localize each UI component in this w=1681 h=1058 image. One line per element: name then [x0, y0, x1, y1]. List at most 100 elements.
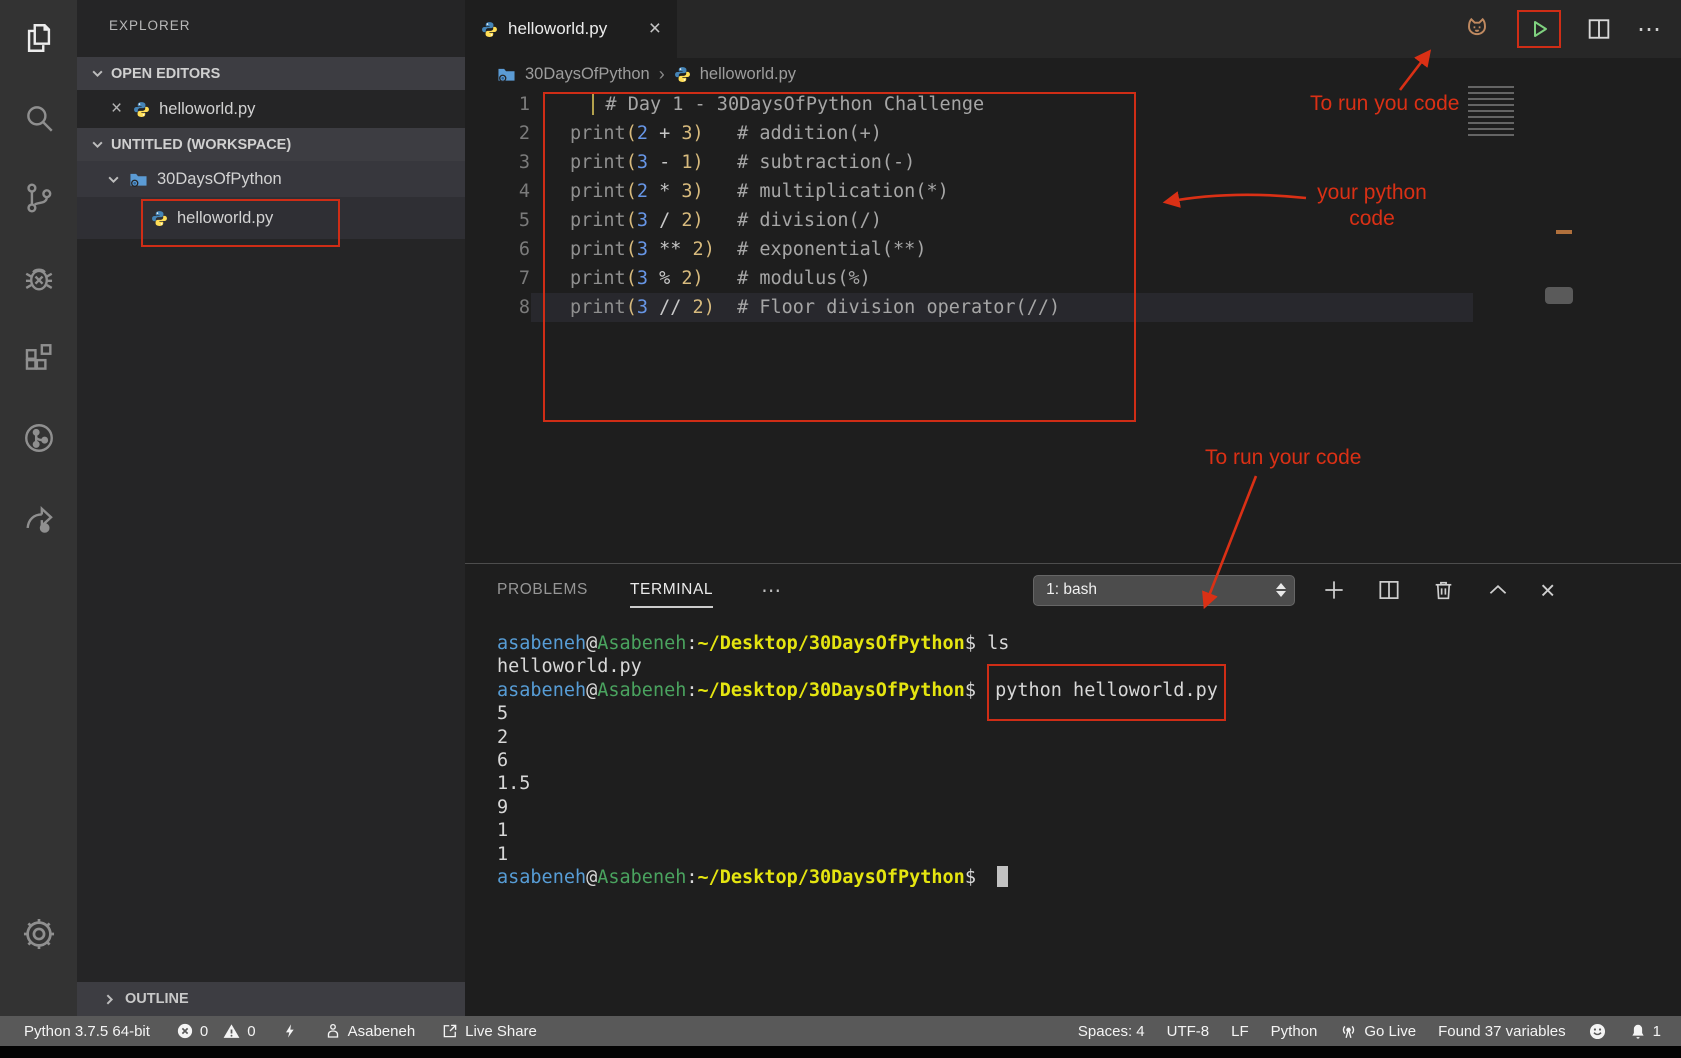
eol-label: LF	[1231, 1023, 1249, 1040]
tab-terminal[interactable]: TERMINAL	[630, 581, 713, 608]
tab-close-icon[interactable]: ×	[649, 17, 661, 41]
line-number: 6	[465, 239, 530, 260]
open-editor-item[interactable]: × helloworld.py	[77, 90, 465, 128]
breadcrumb-folder[interactable]: 30DaysOfPython	[525, 65, 650, 84]
folder-icon	[129, 171, 148, 188]
account-item[interactable]: Asabeneh	[324, 1022, 416, 1040]
new-terminal-icon[interactable]	[1321, 577, 1347, 603]
code-text: print(2 * 3) # multiplication(*)	[530, 181, 949, 202]
prompt-host: Asabeneh	[597, 680, 686, 701]
notifications-bell-item[interactable]: 1	[1629, 1022, 1661, 1041]
tab-helloworld[interactable]: helloworld.py ×	[465, 0, 677, 58]
terminal-output-text: 1	[497, 820, 508, 841]
error-count: 0	[200, 1023, 208, 1040]
encoding-label: UTF-8	[1167, 1023, 1210, 1040]
section-open-editors[interactable]: OPEN EDITORS	[77, 57, 465, 90]
line-number: 3	[465, 152, 530, 173]
tab-title: helloworld.py	[508, 19, 607, 39]
prompt-path: ~/Desktop/30DaysOfPython	[698, 680, 965, 701]
split-editor-icon[interactable]	[1585, 15, 1613, 43]
code-line-5[interactable]: 5print(3 / 2) # division(/)	[465, 206, 1681, 235]
code-line-4[interactable]: 4print(2 * 3) # multiplication(*)	[465, 177, 1681, 206]
minimap[interactable]	[1468, 86, 1514, 136]
editor-toolbar: ⋯	[1461, 0, 1663, 58]
prompt-user: asabeneh	[497, 680, 586, 701]
outline-label: OUTLINE	[125, 991, 189, 1007]
feedback-smiley-icon[interactable]	[1588, 1022, 1607, 1041]
language-mode-item[interactable]: Python	[1271, 1023, 1318, 1040]
maximize-panel-icon[interactable]	[1485, 577, 1511, 603]
go-live-label: Go Live	[1364, 1023, 1416, 1040]
section-outline[interactable]: OUTLINE	[77, 982, 465, 1016]
prompt-host: Asabeneh	[597, 867, 686, 888]
warning-count: 0	[247, 1023, 255, 1040]
code-line-3[interactable]: 3print(3 - 1) # subtraction(-)	[465, 148, 1681, 177]
workspace-label: UNTITLED (WORKSPACE)	[111, 137, 291, 153]
terminal-output-text: helloworld.py	[497, 656, 642, 677]
prompt-path: ~/Desktop/30DaysOfPython	[698, 633, 965, 654]
terminal-line: asabeneh@Asabeneh:~/Desktop/30DaysOfPyth…	[497, 866, 1681, 889]
warning-icon	[222, 1022, 241, 1041]
more-actions-icon[interactable]: ⋯	[1637, 15, 1663, 44]
terminal-cursor	[997, 866, 1008, 887]
shell-selector-dropdown[interactable]: 1: bash	[1033, 575, 1295, 606]
lightning-icon[interactable]	[282, 1021, 298, 1041]
terminal-output-text: 6	[497, 750, 508, 771]
eol-item[interactable]: LF	[1231, 1023, 1249, 1040]
problems-counts-item[interactable]: 0 0	[176, 1022, 256, 1041]
breadcrumb-separator-icon: ›	[659, 64, 665, 85]
live-share-item[interactable]: Live Share	[441, 1022, 537, 1040]
python-file-icon	[481, 21, 498, 38]
terminal-line: 6	[497, 749, 1681, 772]
git-graph-icon[interactable]	[15, 414, 63, 462]
encoding-item[interactable]: UTF-8	[1167, 1023, 1210, 1040]
breadcrumb-file[interactable]: helloworld.py	[700, 65, 796, 84]
python-interpreter-item[interactable]: Python 3.7.5 64-bit	[24, 1023, 150, 1040]
account-user-label: Asabeneh	[348, 1023, 416, 1040]
prompt-path: ~/Desktop/30DaysOfPython	[698, 867, 965, 888]
code-line-6[interactable]: 6print(3 ** 2) # exponential(**)	[465, 235, 1681, 264]
shell-selector-value: 1: bash	[1046, 581, 1097, 599]
close-icon[interactable]: ×	[111, 98, 122, 120]
debug-icon[interactable]	[15, 254, 63, 302]
share-icon[interactable]	[15, 494, 63, 542]
scrollbar-slider[interactable]	[1545, 287, 1573, 304]
sidebar-explorer: EXPLORER OPEN EDITORS × helloworld.py UN…	[77, 0, 465, 1016]
explorer-icon[interactable]	[15, 14, 63, 62]
split-terminal-icon[interactable]	[1376, 577, 1402, 603]
settings-gear-icon[interactable]	[0, 910, 77, 958]
terminal-output-text: 2	[497, 727, 508, 748]
terminal-output-text: 1	[497, 844, 508, 865]
close-panel-icon[interactable]: ×	[1540, 575, 1555, 606]
variables-item[interactable]: Found 37 variables	[1438, 1023, 1566, 1040]
extensions-icon[interactable]	[15, 334, 63, 382]
code-text: print(3 // 2) # Floor division operator(…	[530, 297, 1060, 318]
go-live-item[interactable]: Go Live	[1339, 1022, 1416, 1041]
line-number: 1	[465, 94, 530, 115]
line-number: 5	[465, 210, 530, 231]
open-editors-label: OPEN EDITORS	[111, 66, 220, 82]
cat-icon[interactable]	[1461, 13, 1493, 45]
prompt-user: asabeneh	[497, 633, 586, 654]
tab-problems[interactable]: PROBLEMS	[497, 581, 588, 599]
tree-file-helloworld[interactable]: helloworld.py	[77, 197, 465, 239]
code-text: # Day 1 - 30DaysOfPython Challenge	[530, 94, 984, 115]
terminal-command: ls	[987, 633, 1009, 654]
panel-more-icon[interactable]: ⋯	[761, 578, 783, 603]
tree-folder-30daysofpython[interactable]: 30DaysOfPython	[77, 161, 465, 197]
terminal-output[interactable]: asabeneh@Asabeneh:~/Desktop/30DaysOfPyth…	[465, 616, 1681, 889]
chevron-right-icon	[103, 993, 116, 1006]
python-file-icon	[133, 101, 150, 118]
source-control-icon[interactable]	[15, 174, 63, 222]
tab-bar: helloworld.py × ⋯	[465, 0, 1681, 58]
kill-terminal-icon[interactable]	[1431, 578, 1456, 603]
search-icon[interactable]	[15, 94, 63, 142]
run-button[interactable]	[1517, 10, 1561, 48]
code-line-7[interactable]: 7print(3 % 2) # modulus(%)	[465, 264, 1681, 293]
section-workspace[interactable]: UNTITLED (WORKSPACE)	[77, 128, 465, 161]
indentation-item[interactable]: Spaces: 4	[1078, 1023, 1145, 1040]
code-line-8[interactable]: 8print(3 // 2) # Floor division operator…	[465, 293, 1681, 322]
open-editor-file-label: helloworld.py	[159, 100, 255, 119]
terminal-line: 1.5	[497, 772, 1681, 795]
broadcast-icon	[1339, 1022, 1358, 1041]
